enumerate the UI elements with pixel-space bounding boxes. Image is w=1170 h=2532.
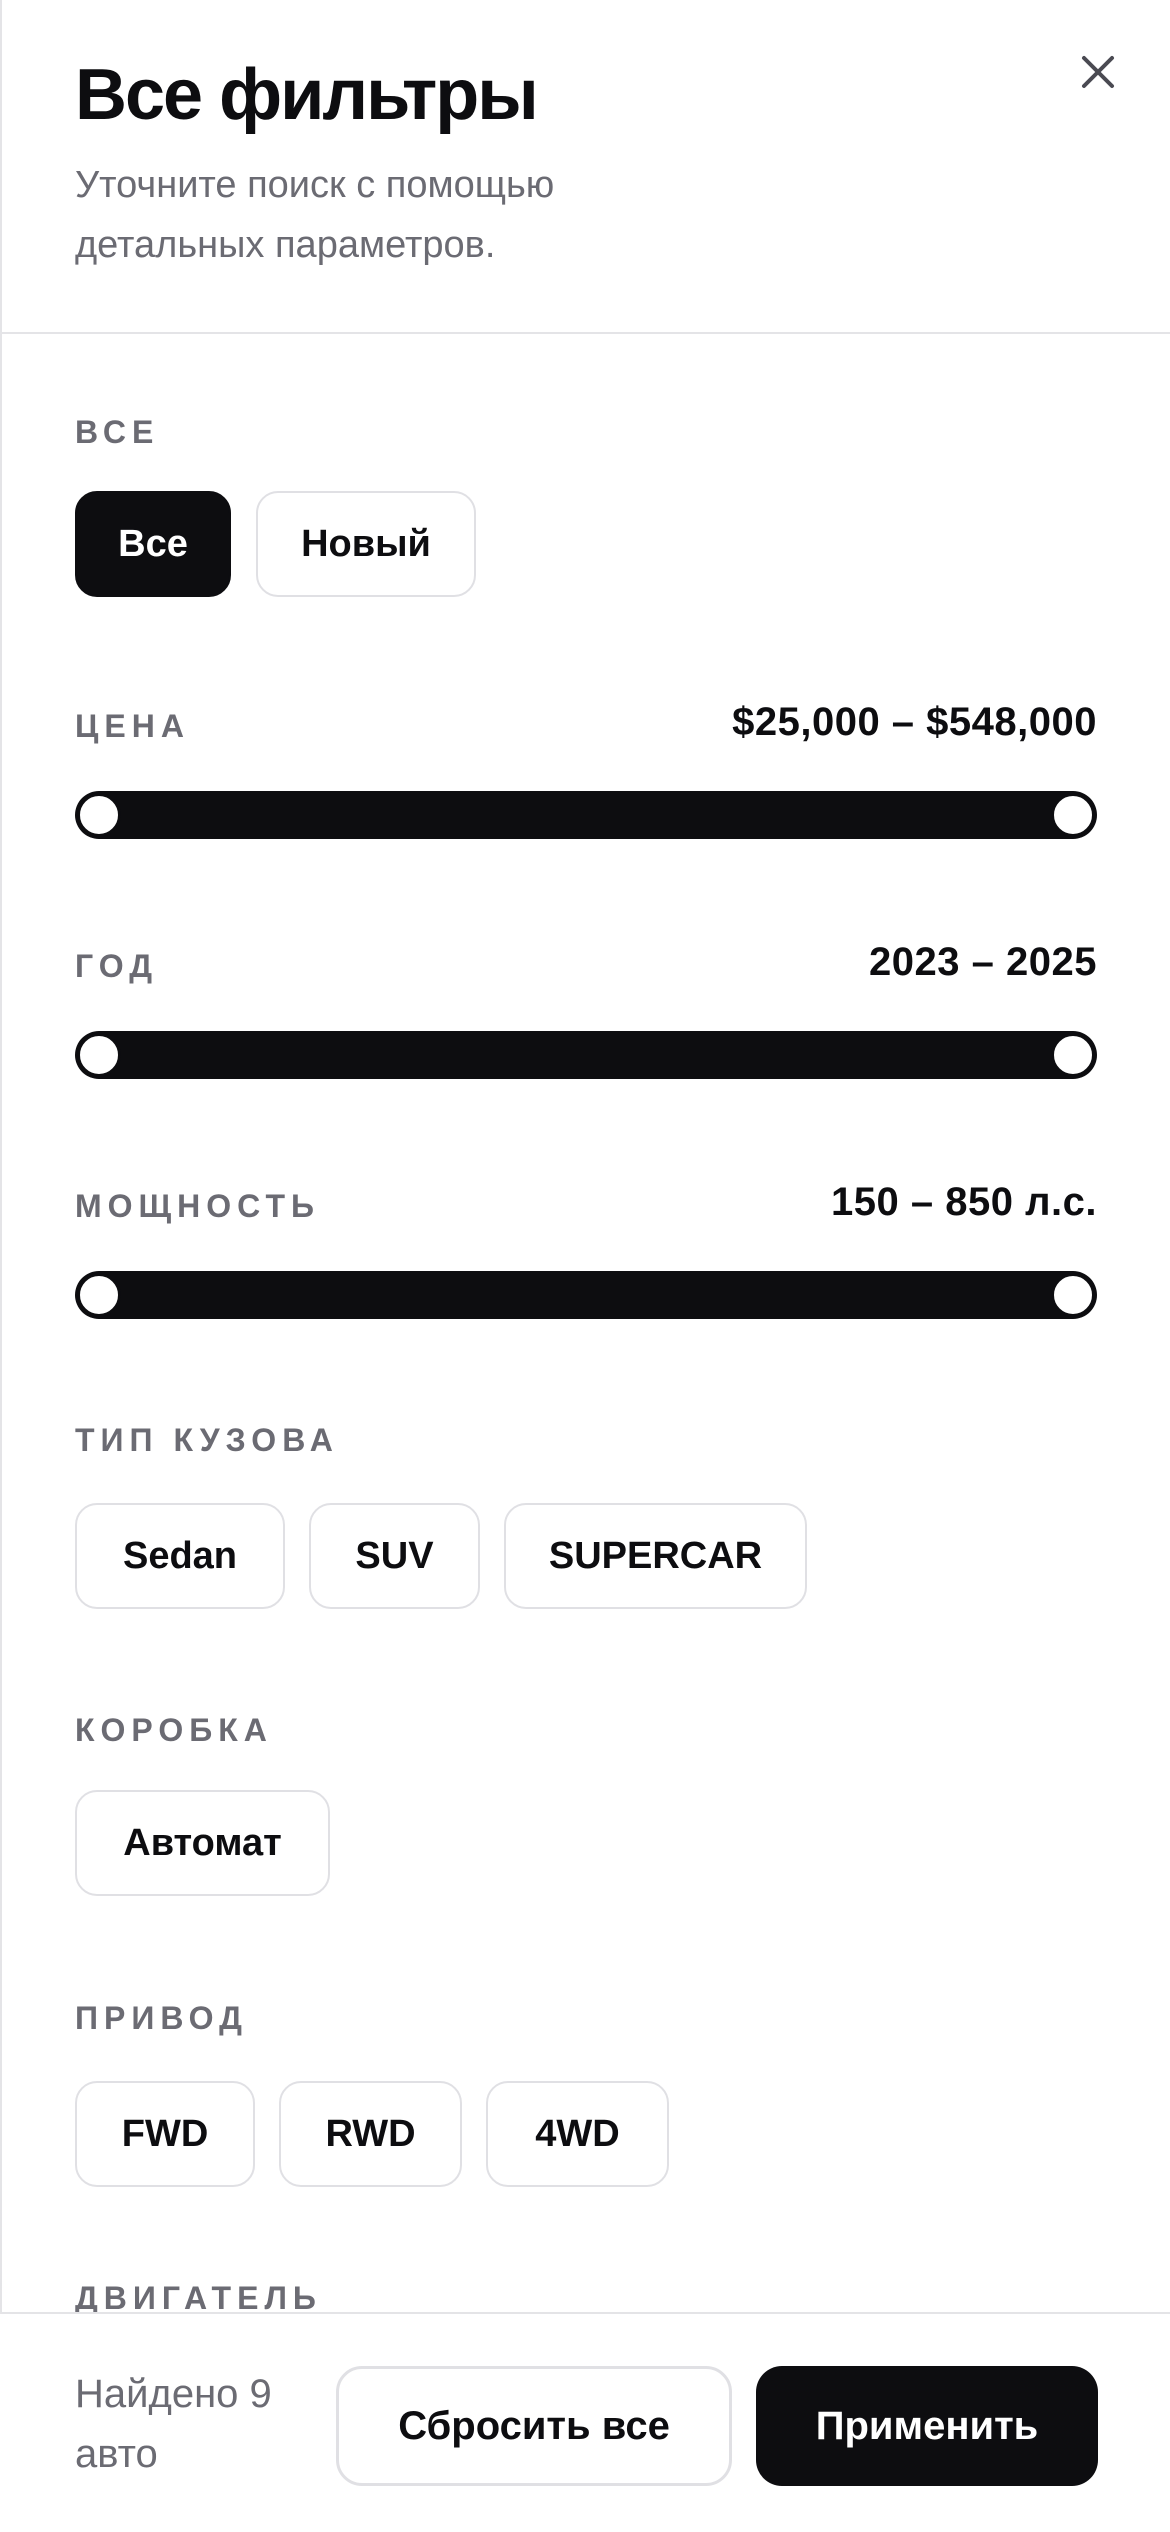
drive-label: ПРИВОД	[75, 2000, 248, 2036]
close-icon	[1082, 56, 1114, 88]
close-button[interactable]	[1072, 46, 1124, 98]
condition-label: ВСЕ	[75, 414, 160, 450]
power-range-value: 150 – 850 л.с.	[831, 1180, 1097, 1224]
gearbox-chip-automatic[interactable]: Автомат	[75, 1790, 330, 1896]
power-slider-track	[75, 1271, 1097, 1319]
power-slider[interactable]	[75, 1271, 1097, 1319]
page-subtitle: Уточните поиск с помощью детальных парам…	[75, 164, 555, 266]
drive-chip-fwd[interactable]: FWD	[75, 2081, 255, 2187]
engine-label: ДВИГАТЕЛЬ	[75, 2280, 322, 2314]
year-range-value: 2023 – 2025	[869, 940, 1097, 984]
reset-all-button[interactable]: Сбросить все	[336, 2366, 732, 2486]
body-type-chip-supercar[interactable]: SUPERCAR	[504, 1503, 807, 1609]
condition-chip-new[interactable]: Новый	[256, 491, 476, 597]
price-range-value: $25,000 – $548,000	[732, 700, 1097, 744]
power-slider-min-thumb[interactable]	[77, 1273, 121, 1317]
drive-chip-rwd[interactable]: RWD	[279, 2081, 462, 2187]
apply-button[interactable]: Применить	[756, 2366, 1098, 2486]
power-slider-max-thumb[interactable]	[1051, 1273, 1095, 1317]
drive-chip-4wd[interactable]: 4WD	[486, 2081, 669, 2187]
sheet-left-border	[0, 0, 2, 2532]
power-label: МОЩНОСТЬ	[75, 1188, 321, 1224]
filters-header: Все фильтры Уточните поиск с помощью дет…	[0, 0, 1170, 334]
year-label: ГОД	[75, 948, 158, 984]
price-slider-track	[75, 791, 1097, 839]
year-slider-min-thumb[interactable]	[77, 1033, 121, 1077]
price-slider[interactable]	[75, 791, 1097, 839]
body-type-label: ТИП КУЗОВА	[75, 1422, 339, 1458]
condition-chip-all[interactable]: Все	[75, 491, 231, 597]
body-type-chip-sedan[interactable]: Sedan	[75, 1503, 285, 1609]
price-slider-min-thumb[interactable]	[77, 793, 121, 837]
page-title: Все фильтры	[75, 55, 539, 135]
price-slider-max-thumb[interactable]	[1051, 793, 1095, 837]
price-label: ЦЕНА	[75, 708, 190, 744]
year-slider-max-thumb[interactable]	[1051, 1033, 1095, 1077]
year-slider[interactable]	[75, 1031, 1097, 1079]
gearbox-label: КОРОБКА	[75, 1712, 273, 1748]
year-slider-track	[75, 1031, 1097, 1079]
filters-footer: Найдено 9 авто Сбросить все Применить	[0, 2312, 1170, 2532]
body-type-chip-suv[interactable]: SUV	[309, 1503, 480, 1609]
results-count: Найдено 9 авто	[75, 2372, 272, 2476]
